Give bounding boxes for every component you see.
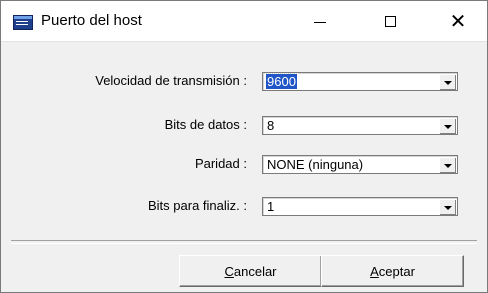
baud-rate-select[interactable]: 9600 (262, 72, 458, 91)
cancel-accelerator: C (224, 263, 234, 279)
parity-value: NONE (ninguna) (267, 157, 364, 172)
accept-button[interactable]: Aceptar (321, 255, 464, 287)
minimize-icon (314, 21, 326, 23)
stop-bits-value: 1 (267, 199, 275, 214)
maximize-icon (384, 15, 396, 27)
parity-dropdown-button[interactable] (439, 157, 456, 173)
baud-rate-label: Velocidad de transmisión : (95, 73, 247, 88)
window-title: Puerto del host (41, 12, 142, 29)
chevron-down-icon (444, 205, 452, 210)
data-bits-value: 8 (267, 118, 275, 133)
stop-bits-select[interactable]: 1 (262, 197, 458, 216)
close-button[interactable]: ✕ (435, 1, 481, 41)
accept-accelerator: A (370, 263, 379, 279)
data-bits-select[interactable]: 8 (262, 116, 458, 135)
minimize-button[interactable] (297, 1, 343, 41)
cancel-label: ancelar (233, 263, 277, 279)
close-icon: ✕ (449, 9, 467, 33)
chevron-down-icon (444, 124, 452, 129)
data-bits-label: Bits de datos : (164, 117, 247, 132)
maximize-button[interactable] (367, 1, 413, 41)
accept-label: ceptar (378, 263, 415, 279)
host-port-dialog: Puerto del host ✕ Velocidad de transmisi… (0, 0, 488, 293)
baud-rate-value: 9600 (265, 73, 298, 90)
stop-bits-label: Bits para finaliz. : (148, 198, 247, 213)
parity-select[interactable]: NONE (ninguna) (262, 155, 458, 174)
terminal-app-icon (13, 15, 33, 30)
parity-label: Paridad : (194, 156, 247, 171)
cancel-button[interactable]: Cancelar (179, 255, 322, 287)
button-separator (11, 240, 477, 244)
data-bits-dropdown-button[interactable] (439, 118, 456, 134)
stop-bits-dropdown-button[interactable] (439, 199, 456, 215)
title-bar[interactable]: Puerto del host ✕ (1, 1, 487, 42)
baud-rate-dropdown-button[interactable] (439, 74, 456, 90)
chevron-down-icon (444, 80, 452, 85)
chevron-down-icon (444, 163, 452, 168)
